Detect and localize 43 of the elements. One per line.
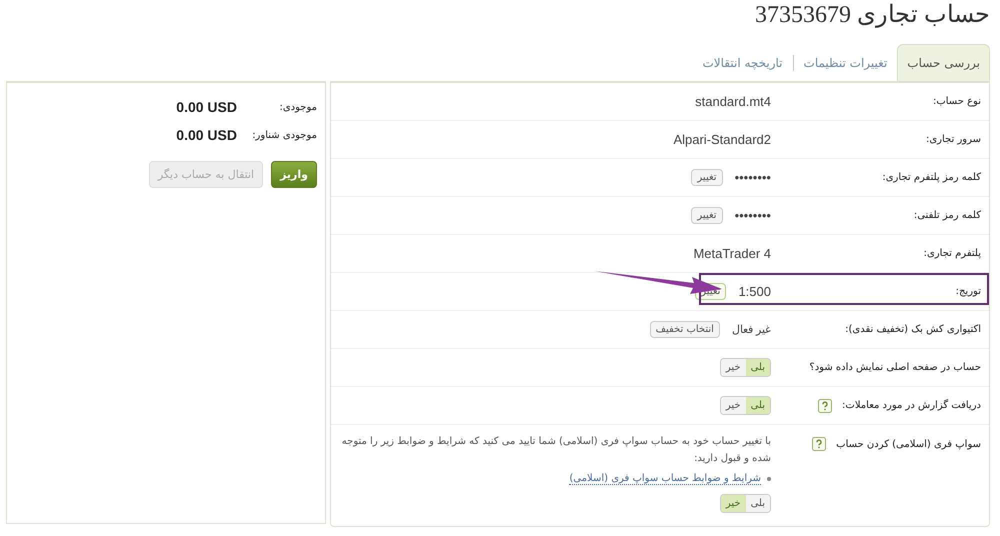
toggle-option[interactable]: خیر: [720, 397, 746, 414]
field-label: اکتیواری کش بک (تخفیف نقدی):: [845, 324, 981, 335]
field-label: سرور تجاری:: [926, 134, 981, 145]
yes-no-toggle[interactable]: بلی خیر: [720, 396, 771, 415]
field-label: دریافت گزارش در مورد معاملات:: [842, 400, 981, 411]
page-title: حساب تجاری 37353679: [755, 1, 990, 30]
field-value: Alpari-Standard2: [673, 132, 771, 147]
balance-value: 0.00 USD: [176, 127, 237, 143]
field-label: کلمه رمز تلفنی:: [914, 210, 981, 221]
toggle-option[interactable]: خیر: [720, 359, 746, 376]
yes-no-toggle[interactable]: بلی خیر: [720, 358, 771, 377]
change-button[interactable]: انتخاب تخفیف: [650, 321, 720, 338]
yes-no-toggle[interactable]: بلی خیر: [720, 494, 771, 513]
field-value: MetaTrader 4: [693, 246, 771, 261]
field-label: کلمه رمز پلتفرم تجاری:: [882, 172, 981, 183]
toggle-option[interactable]: بلی: [746, 495, 770, 512]
field-value: غیر فعال: [732, 323, 771, 336]
help-icon[interactable]: [818, 398, 832, 412]
tab[interactable]: تغییرات تنظیمات: [794, 44, 898, 81]
terms-link[interactable]: شرایط و ضوابط حساب سواپ فری (اسلامی): [569, 473, 761, 485]
balance-value: 0.00 USD: [176, 99, 237, 115]
balance-label: موجودی شناور:: [251, 130, 317, 140]
field-value: standard.mt4: [695, 94, 771, 109]
help-icon[interactable]: [812, 437, 826, 451]
field-label: حساب در صفحه اصلی نمایش داده شود؟: [809, 362, 981, 373]
balance-label: موجودی:: [278, 102, 317, 112]
toggle-option[interactable]: بلی: [746, 359, 770, 376]
field-value: 1:500: [738, 284, 771, 299]
deposit-button[interactable]: واریز: [271, 161, 317, 188]
change-button[interactable]: تغییر: [691, 207, 723, 224]
change-button[interactable]: تغییر: [691, 169, 723, 186]
field-label: نوع حساب:: [932, 96, 981, 107]
tab[interactable]: تاریخچه انتقالات: [692, 44, 793, 81]
bullet-icon: [767, 477, 771, 481]
field-label: سواپ فری (اسلامی) کردن حساب: [836, 438, 981, 450]
field-label: پلتفرم تجاری:: [924, 248, 981, 259]
field-value: ••••••••: [734, 208, 771, 223]
field-label: توریج:: [956, 286, 981, 297]
toggle-option[interactable]: بلی: [746, 397, 770, 414]
tab[interactable]: بررسی حساب: [897, 44, 990, 81]
terms-text: با تغییر حساب خود به حساب سواپ فری (اسلامی) شما تایید می کنید که شرایط و ضوابط زیر را متوجه شده و قبول دارید:: [341, 435, 771, 466]
field-value: ••••••••: [734, 170, 771, 185]
toggle-option[interactable]: خیر: [720, 495, 746, 512]
